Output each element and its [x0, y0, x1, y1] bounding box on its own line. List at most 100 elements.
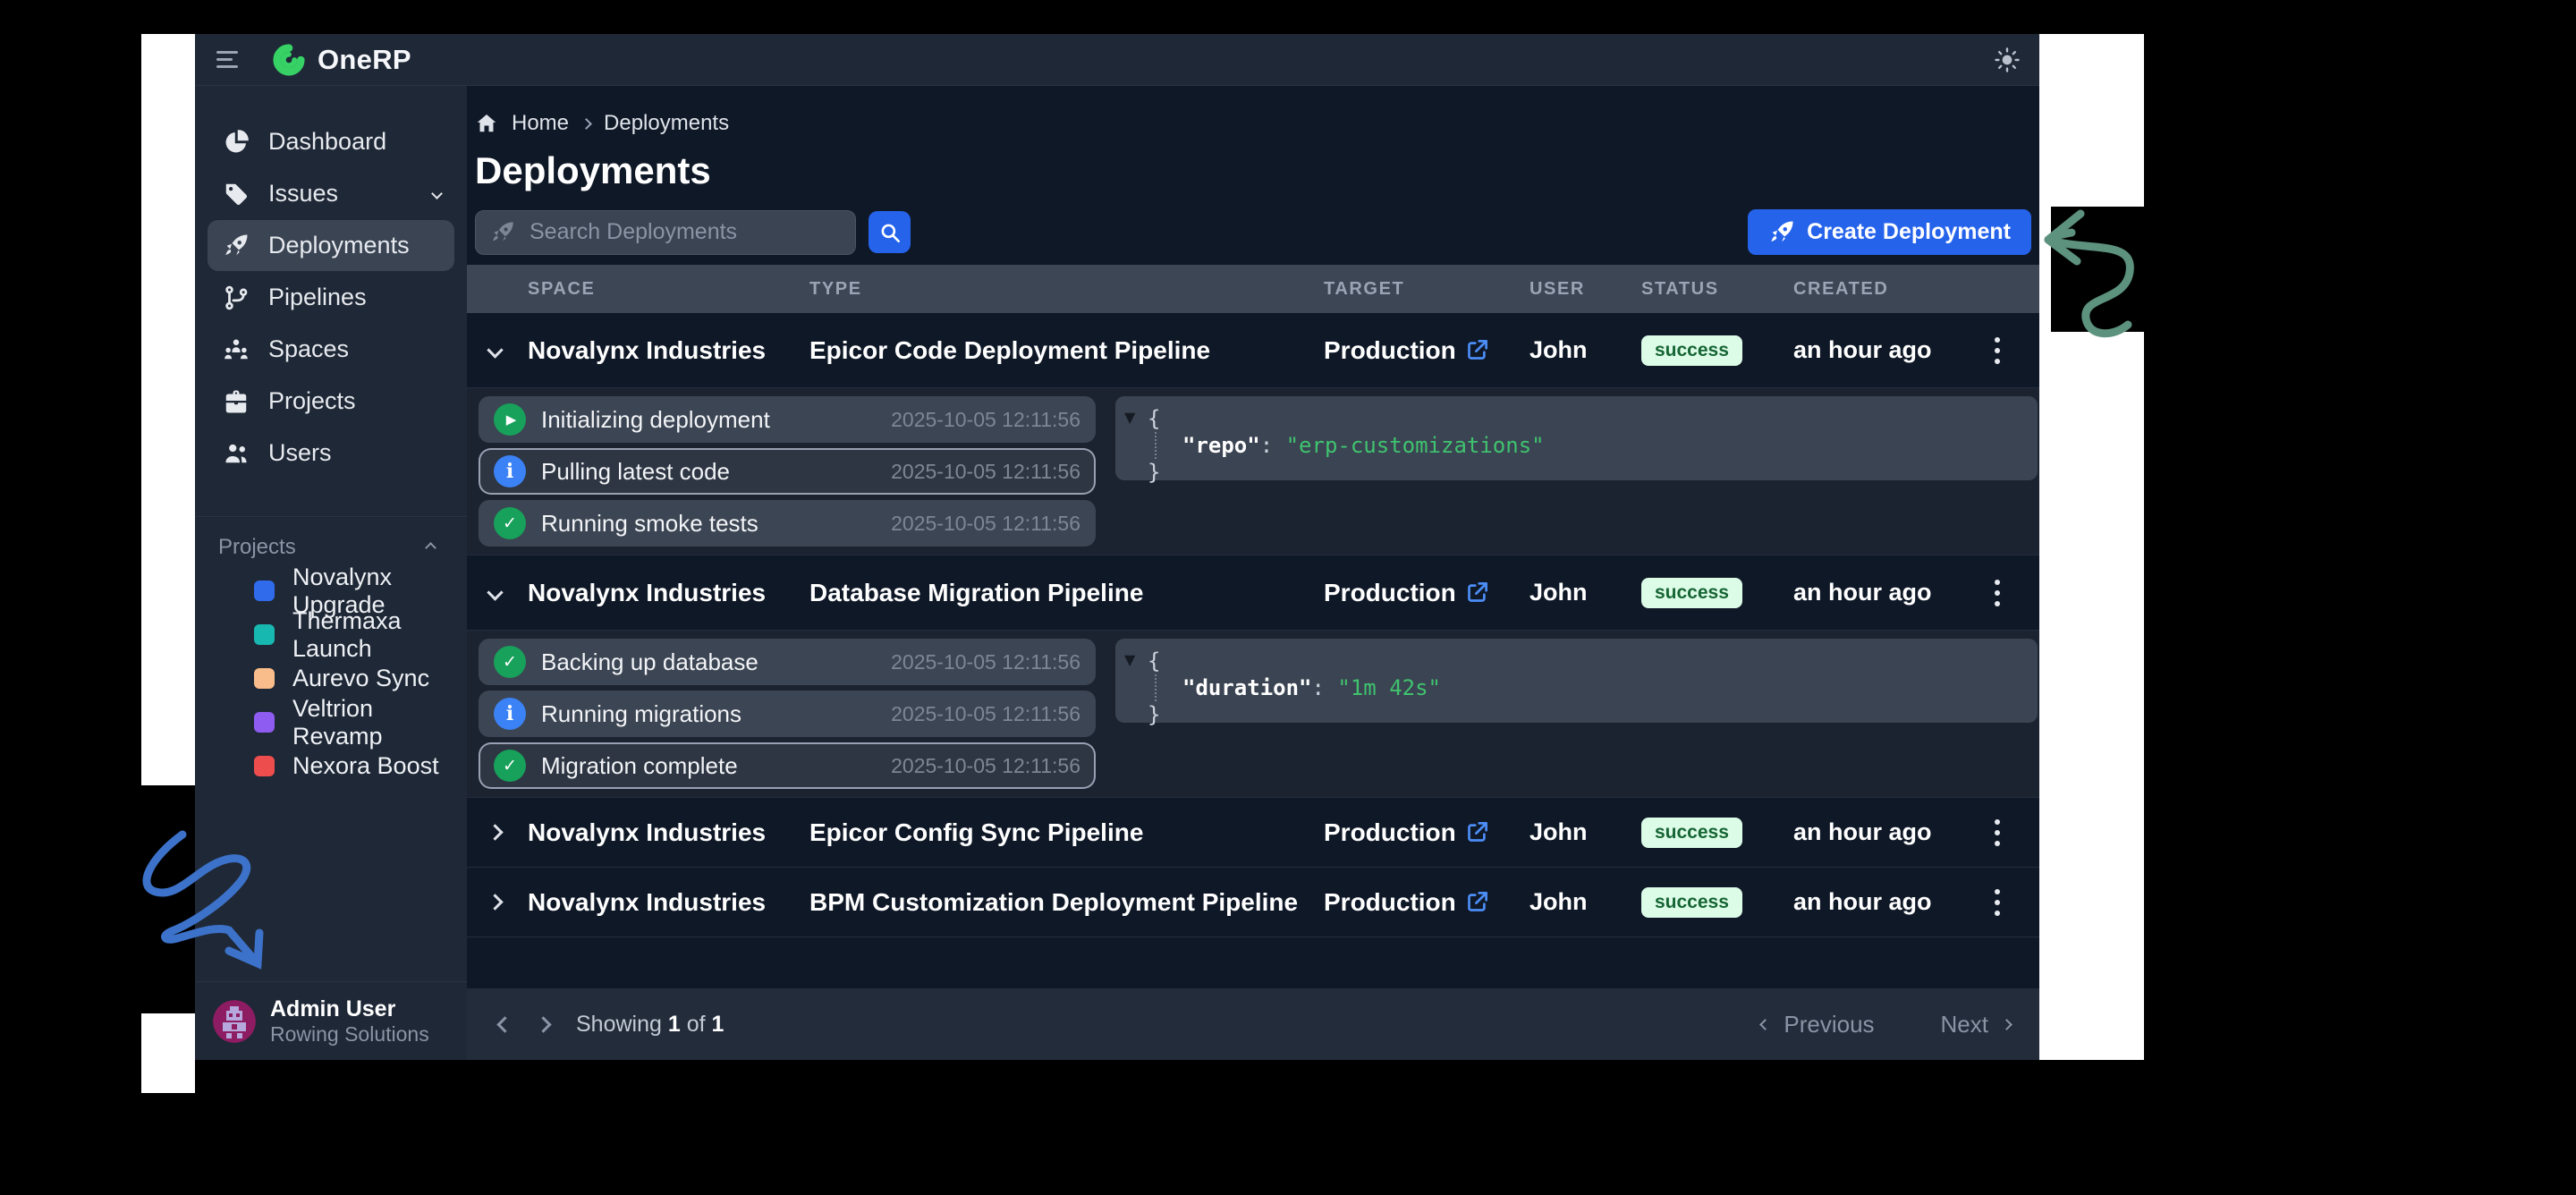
create-deployment-label: Create Deployment: [1807, 219, 2011, 245]
home-icon[interactable]: [475, 112, 498, 135]
projects-section-label: Projects: [218, 535, 296, 560]
row-user: John: [1525, 818, 1637, 846]
people-group-icon: [221, 335, 251, 365]
next-button[interactable]: Next: [1941, 1011, 2011, 1038]
table-row: Novalynx Industries Database Migration P…: [467, 555, 2039, 631]
row-status: success: [1637, 818, 1789, 848]
status-badge: success: [1641, 887, 1742, 918]
sidebar-item-label: Deployments: [268, 232, 410, 259]
json-open-brace: {: [1148, 648, 2020, 674]
column-target: TARGET: [1319, 279, 1525, 300]
step-item[interactable]: ✓ Backing up database 2025-10-05 12:11:5…: [479, 639, 1096, 685]
git-branch-icon: [221, 283, 251, 313]
external-link-icon: [1465, 581, 1489, 605]
column-type: TYPE: [805, 279, 1319, 300]
row-menu-button[interactable]: [1984, 819, 2011, 846]
sidebar-item-projects[interactable]: Projects: [208, 376, 454, 427]
chevron-up-icon: [425, 542, 436, 554]
row-type: Epicor Config Sync Pipeline: [805, 818, 1319, 847]
row-created: an hour ago: [1789, 336, 1981, 364]
previous-button[interactable]: Previous: [1761, 1011, 1874, 1038]
rocket-icon: [221, 231, 251, 261]
collapse-row-button[interactable]: [467, 344, 523, 356]
app-header: OneRP: [195, 34, 2039, 86]
json-colon: :: [1312, 675, 1338, 700]
external-link-icon: [1465, 890, 1489, 914]
project-label: Thermaxa Launch: [292, 607, 467, 663]
target-label: Production: [1324, 336, 1456, 365]
row-created: an hour ago: [1789, 818, 1981, 846]
external-link-icon: [1465, 338, 1489, 362]
search-button[interactable]: [869, 211, 911, 253]
pagination-links: Previous Next: [1761, 1011, 2011, 1038]
expand-row-button[interactable]: [467, 826, 523, 838]
page-prev-icon[interactable]: [496, 1016, 513, 1032]
step-item[interactable]: ▶ Initializing deployment 2025-10-05 12:…: [479, 396, 1096, 443]
row-menu-button[interactable]: [1984, 889, 2011, 916]
check-icon: ✓: [494, 507, 526, 539]
create-deployment-button[interactable]: Create Deployment: [1748, 209, 2031, 255]
hand-drawn-green-arrow: [2041, 208, 2153, 351]
row-details: ✓ Backing up database 2025-10-05 12:11:5…: [467, 631, 2039, 798]
step-label: Backing up database: [541, 648, 758, 676]
row-menu-button[interactable]: [1984, 580, 2011, 606]
tag-icon: [221, 179, 251, 209]
step-item-selected[interactable]: ✓ Migration complete 2025-10-05 12:11:56: [479, 742, 1096, 789]
project-color-swatch: [254, 712, 275, 733]
step-item[interactable]: ✓ Running smoke tests 2025-10-05 12:11:5…: [479, 500, 1096, 547]
row-type: Epicor Code Deployment Pipeline: [805, 336, 1319, 365]
breadcrumb-current[interactable]: Deployments: [604, 111, 729, 136]
json-collapse-toggle[interactable]: ▼: [1124, 404, 1135, 431]
page-next-icon[interactable]: [535, 1016, 551, 1032]
sidebar-item-users[interactable]: Users: [208, 428, 454, 479]
sidebar-user-card[interactable]: Admin User Rowing Solutions: [195, 981, 467, 1060]
json-payload-viewer: ▼ { "duration": "1m 42s" }: [1115, 639, 2038, 723]
sidebar-item-deployments[interactable]: Deployments: [208, 220, 454, 271]
brand-name: OneRP: [318, 44, 411, 76]
sidebar-item-label: Spaces: [268, 335, 349, 363]
row-target-link[interactable]: Production: [1319, 579, 1525, 607]
status-badge: success: [1641, 818, 1742, 848]
check-icon: ✓: [494, 646, 526, 678]
step-timestamp: 2025-10-05 12:11:56: [891, 460, 1080, 484]
json-collapse-toggle[interactable]: ▼: [1124, 647, 1135, 674]
theme-toggle-button[interactable]: [1993, 46, 2021, 74]
target-label: Production: [1324, 818, 1456, 847]
step-item-selected[interactable]: i Pulling latest code 2025-10-05 12:11:5…: [479, 448, 1096, 495]
chevron-right-icon: [580, 118, 592, 130]
menu-toggle-icon[interactable]: [216, 51, 243, 68]
expand-row-button[interactable]: [467, 896, 523, 908]
column-user: USER: [1525, 279, 1637, 300]
chevron-down-icon: [487, 584, 503, 600]
row-target-link[interactable]: Production: [1319, 818, 1525, 847]
project-color-swatch: [254, 581, 275, 601]
project-item-thermaxa-launch[interactable]: Thermaxa Launch: [195, 613, 467, 657]
collapse-row-button[interactable]: [467, 587, 523, 598]
sidebar-item-issues[interactable]: Issues: [208, 168, 454, 219]
row-space: Novalynx Industries: [523, 888, 805, 917]
chevron-right-icon: [487, 824, 503, 840]
onerp-logo-icon: [272, 43, 306, 77]
row-type: BPM Customization Deployment Pipeline: [805, 888, 1319, 917]
search-icon: [878, 221, 902, 244]
sidebar-item-dashboard[interactable]: Dashboard: [208, 116, 454, 167]
step-item[interactable]: i Running migrations 2025-10-05 12:11:56: [479, 691, 1096, 737]
toolbar: Create Deployment: [475, 209, 2031, 255]
row-target-link[interactable]: Production: [1319, 336, 1525, 365]
left-white-strip: [141, 34, 195, 785]
deployment-steps: ▶ Initializing deployment 2025-10-05 12:…: [479, 396, 1096, 547]
row-menu-button[interactable]: [1984, 337, 2011, 364]
search-input[interactable]: [475, 210, 856, 255]
json-value: "erp-customizations": [1286, 433, 1545, 458]
project-item-veltrion-revamp[interactable]: Veltrion Revamp: [195, 700, 467, 744]
project-item-nexora-boost[interactable]: Nexora Boost: [195, 744, 467, 788]
rocket-icon: [490, 220, 515, 250]
sidebar-item-pipelines[interactable]: Pipelines: [208, 272, 454, 323]
breadcrumb-home[interactable]: Home: [512, 111, 569, 136]
showing-status: Showing 1 of 1: [576, 1012, 724, 1038]
row-target-link[interactable]: Production: [1319, 888, 1525, 917]
sidebar-item-spaces[interactable]: Spaces: [208, 324, 454, 375]
row-user: John: [1525, 336, 1637, 364]
step-timestamp: 2025-10-05 12:11:56: [891, 650, 1080, 674]
project-color-swatch: [254, 624, 275, 645]
